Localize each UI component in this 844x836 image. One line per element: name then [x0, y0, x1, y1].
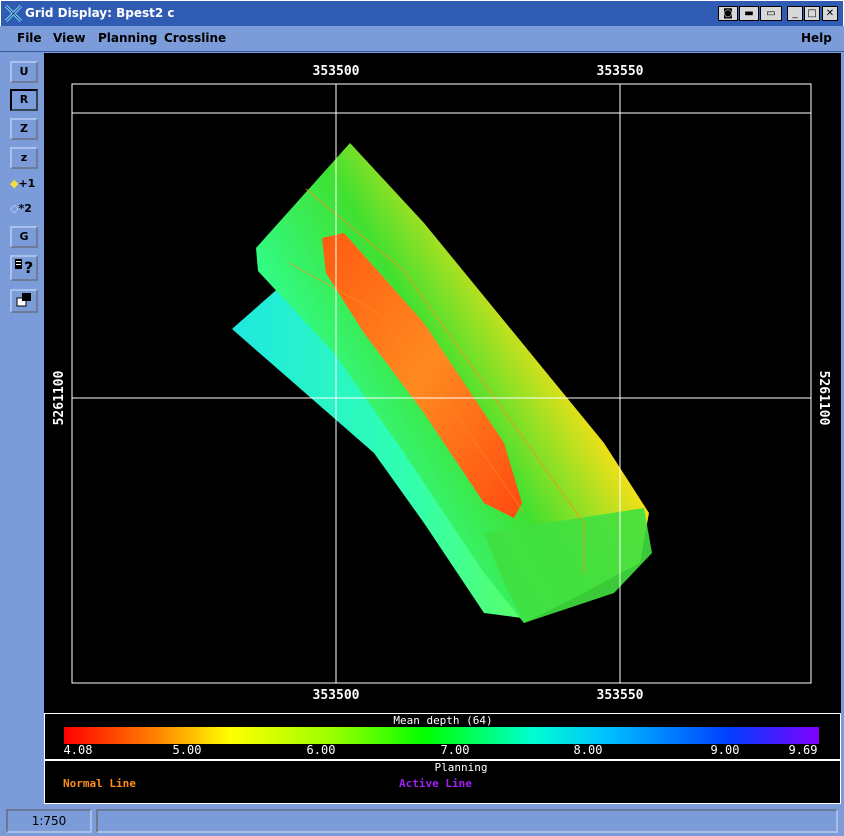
minimize-button[interactable]: _: [787, 6, 803, 21]
tool-palette: U R Z z ◆+1 ◇*2 G ?: [0, 53, 44, 805]
close-button[interactable]: ✕: [822, 6, 838, 21]
x-tick-bottom-353550: 353550: [597, 688, 644, 703]
legend-normal-line: Normal Line: [63, 777, 136, 790]
scale-readout: 1:750: [6, 809, 92, 833]
window-title: Grid Display: Bpest2 c: [25, 6, 175, 20]
planning-legend-panel: Planning Normal Line Active Line: [44, 760, 841, 804]
zoom-in-button[interactable]: Z: [10, 118, 38, 140]
restore-icon[interactable]: ▭: [760, 6, 782, 21]
query-icon[interactable]: ?: [10, 255, 38, 281]
grid-button[interactable]: G: [10, 226, 38, 248]
status-message: [96, 809, 838, 833]
window-menu-icon[interactable]: ◙: [718, 6, 738, 21]
menu-file[interactable]: File: [17, 31, 42, 45]
x-window-logo-icon: [5, 5, 22, 22]
maximize-button[interactable]: □: [804, 6, 820, 21]
x-tick-top-353500: 353500: [313, 64, 360, 79]
colorbar-tick-3: 7.00: [441, 743, 470, 757]
star-two-option[interactable]: ◇*2: [10, 202, 32, 215]
reset-button[interactable]: R: [10, 89, 38, 111]
plus-one-option[interactable]: ◆+1: [10, 177, 35, 190]
bathymetry-map[interactable]: 353500 353550 353500 353550 5261100 5261…: [44, 53, 841, 713]
menu-planning[interactable]: Planning: [98, 31, 157, 45]
x-tick-bottom-353500: 353500: [313, 688, 360, 703]
legend-active-line: Active Line: [399, 777, 472, 790]
y-tick-right-5261100: 5261100: [816, 371, 831, 426]
title-bar: Grid Display: Bpest2 c ◙ ▬ ▭ _ □ ✕: [0, 0, 844, 26]
colorbar-title: Mean depth (64): [393, 714, 492, 727]
menu-view[interactable]: View: [53, 31, 85, 45]
y-tick-left-5261100: 5261100: [52, 370, 67, 425]
colorbar-tick-5: 9.00: [711, 743, 740, 757]
shade-icon[interactable]: ▬: [739, 6, 759, 21]
planning-title: Planning: [435, 761, 488, 774]
colorbar-tick-1: 5.00: [173, 743, 202, 757]
menu-bar: File View Planning Crossline Help: [0, 26, 844, 52]
window-layers-icon[interactable]: [10, 289, 38, 313]
colorbar-tick-4: 8.00: [574, 743, 603, 757]
colorbar-tick-2: 6.00: [307, 743, 336, 757]
status-bar: 1:750: [0, 805, 844, 836]
x-tick-top-353550: 353550: [597, 64, 644, 79]
colorbar-tick-6: 9.69: [789, 743, 818, 757]
menu-crossline[interactable]: Crossline: [164, 31, 226, 45]
depth-colorbar-panel: Mean depth (64) 4.08 5.00 6.00 7.00 8.00…: [44, 713, 841, 760]
unzoom-button[interactable]: U: [10, 61, 38, 83]
zoom-small-button[interactable]: z: [10, 147, 38, 169]
menu-help[interactable]: Help: [801, 31, 832, 45]
colorbar-tick-0: 4.08: [64, 743, 93, 757]
svg-text:?: ?: [24, 258, 33, 277]
depth-color-scale: [64, 727, 819, 744]
grid-map-view[interactable]: 353500 353550 353500 353550 5261100 5261…: [44, 53, 841, 713]
